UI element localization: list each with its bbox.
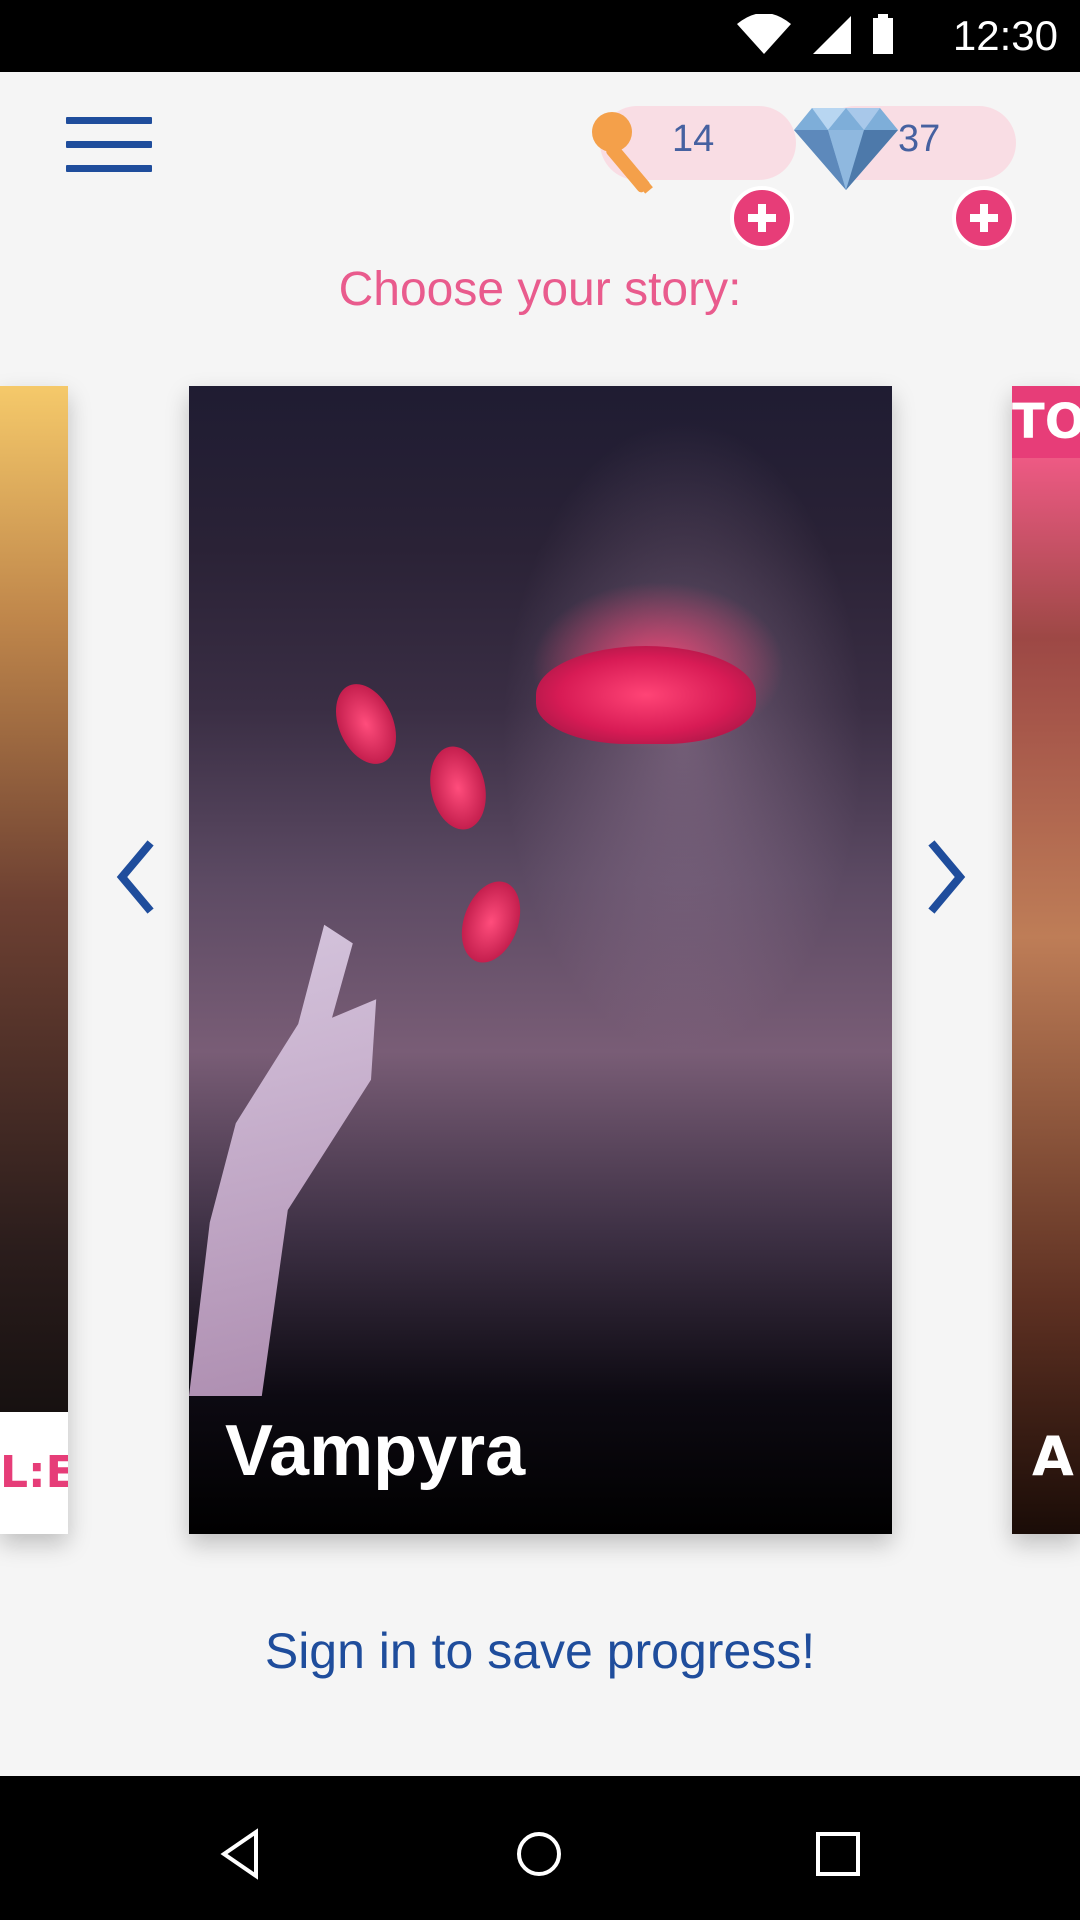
sign-in-link[interactable]: Sign in to save progress! <box>0 1622 1080 1680</box>
story-card-vampyra[interactable]: Vampyra <box>189 386 892 1534</box>
chevron-right-icon[interactable] <box>918 832 978 922</box>
android-navigation-bar <box>0 1776 1080 1920</box>
status-time: 12:30 <box>952 12 1058 59</box>
add-gems-button[interactable] <box>952 186 1016 250</box>
story-card-next-subtitle: A <box>1032 1425 1074 1488</box>
status-bar: 12:30 <box>0 0 1080 72</box>
cover-nail <box>324 674 408 774</box>
keys-counter: 14 <box>592 106 796 250</box>
story-title: Vampyra <box>225 1411 526 1491</box>
app-content: 14 37 Choose your story: L:E Vampyra TO … <box>0 72 1080 1776</box>
home-icon[interactable] <box>509 1824 569 1884</box>
gems-counter: 37 <box>794 106 1016 250</box>
signal-icon <box>813 16 851 54</box>
add-keys-button[interactable] <box>730 186 794 250</box>
wifi-icon <box>737 14 791 54</box>
hamburger-menu-icon <box>66 117 152 124</box>
story-card-previous[interactable]: L:E <box>0 386 68 1534</box>
recent-apps-icon[interactable] <box>808 1824 868 1884</box>
story-cover-art <box>433 386 892 1534</box>
cover-lips <box>536 646 756 744</box>
story-card-previous-label: L:E <box>0 1412 68 1534</box>
back-icon[interactable] <box>210 1824 270 1884</box>
keys-count: 14 <box>672 118 715 160</box>
status-icons <box>735 14 895 56</box>
hamburger-menu-button[interactable] <box>66 117 152 177</box>
gems-count: 37 <box>898 118 941 160</box>
page-title: Choose your story: <box>338 263 742 316</box>
story-card-next-tag: TO <box>1012 386 1080 458</box>
chevron-left-icon[interactable] <box>104 832 164 922</box>
diamond-icon <box>794 108 898 190</box>
battery-icon <box>873 14 893 54</box>
story-card-next[interactable]: TO A <box>1012 386 1080 1534</box>
cover-hand <box>189 924 377 1396</box>
